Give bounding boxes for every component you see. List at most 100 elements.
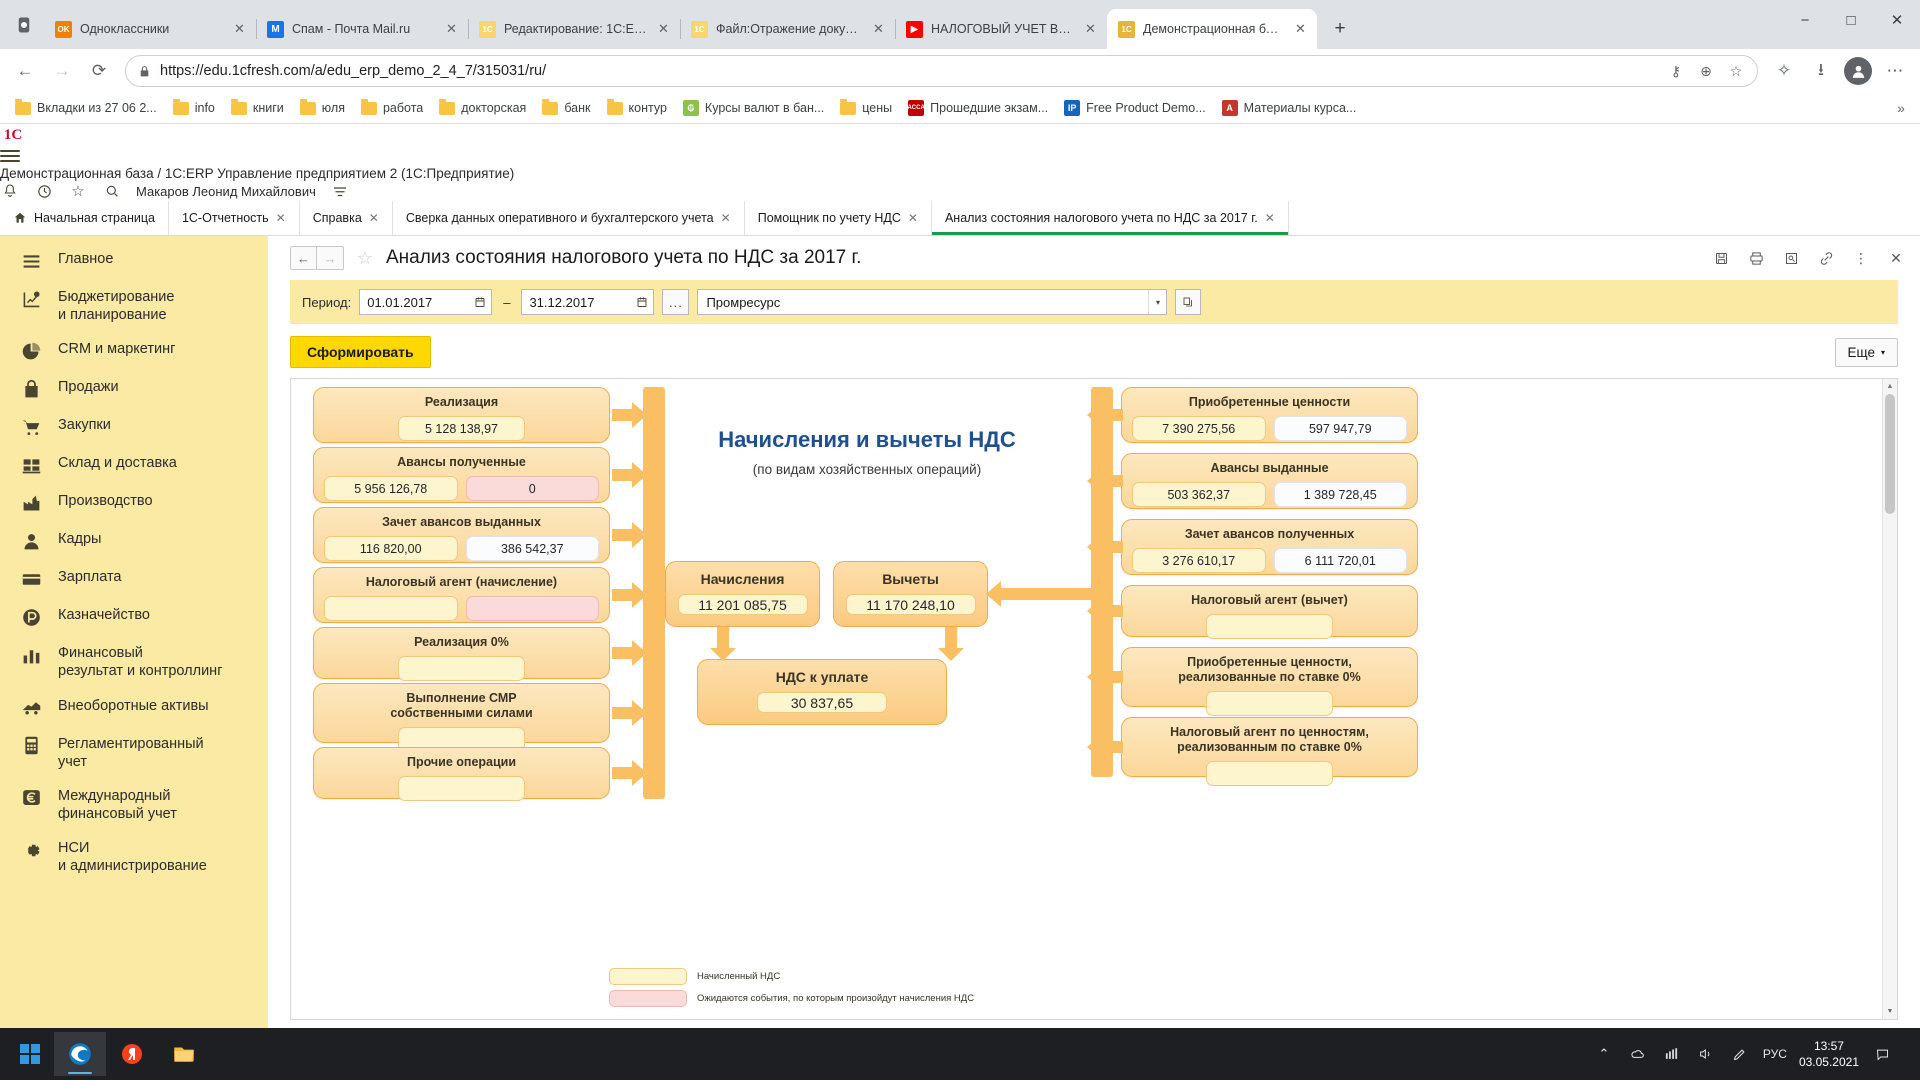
more-button[interactable]: Еще ▾ xyxy=(1834,337,1898,367)
app-tab-close-button[interactable]: ✕ xyxy=(908,211,918,225)
back-button[interactable]: ← xyxy=(8,54,42,88)
node-value-0[interactable]: 7 390 275,56 xyxy=(1132,416,1266,441)
browser-tab-close-button[interactable]: ✕ xyxy=(443,21,460,38)
center-node-accruals[interactable]: Начисления 11 201 085,75 xyxy=(665,561,820,627)
app-tab[interactable]: Начальная страница xyxy=(0,201,169,235)
sidebar-item-9[interactable]: Казначейство xyxy=(0,598,268,636)
taskbar-app-yandex[interactable] xyxy=(106,1032,158,1076)
forward-button[interactable]: → xyxy=(45,54,79,88)
bookmark-item[interactable]: контур xyxy=(600,97,674,119)
bookmarks-overflow-button[interactable]: » xyxy=(1890,97,1912,119)
node-value-1[interactable]: 597 947,79 xyxy=(1273,416,1407,441)
node-value-0[interactable]: 5 128 138,97 xyxy=(398,416,525,441)
node-value-0[interactable] xyxy=(1206,761,1333,786)
save-icon[interactable] xyxy=(1711,248,1731,268)
key-icon[interactable]: ⚷ xyxy=(1665,60,1687,82)
node-value-0[interactable]: 5 956 126,78 xyxy=(324,476,458,501)
scroll-up-button[interactable]: ▲ xyxy=(1883,379,1897,394)
address-bar[interactable]: https://edu.1cfresh.com/a/edu_erp_demo_2… xyxy=(125,55,1758,87)
left-node-6[interactable]: Прочие операции xyxy=(313,747,610,801)
sidebar-item-13[interactable]: Международный финансовый учет xyxy=(0,779,268,831)
node-value-0[interactable]: 3 276 610,17 xyxy=(1132,548,1266,573)
taskbar-app-explorer[interactable] xyxy=(158,1032,210,1076)
left-node-5[interactable]: Выполнение СМР собственными силами xyxy=(313,683,610,752)
right-node-4[interactable]: Приобретенные ценности, реализованные по… xyxy=(1121,647,1418,716)
node-value[interactable]: 11 201 085,75 xyxy=(677,594,808,615)
network-icon[interactable] xyxy=(1661,1043,1683,1065)
downloads-icon[interactable]: ⭳ xyxy=(1804,54,1838,88)
bookmark-item[interactable]: ACCA Прошедшие экзам... xyxy=(901,96,1055,120)
sidebar-item-6[interactable]: Производство xyxy=(0,484,268,522)
organization-select[interactable]: Промресурс ▾ xyxy=(697,289,1168,315)
star-icon[interactable]: ☆ xyxy=(354,247,376,269)
zoom-icon[interactable]: ⊕ xyxy=(1695,60,1717,82)
bookmark-item[interactable]: ₲ Курсы валют в бан... xyxy=(676,96,831,120)
browser-tab-close-button[interactable]: ✕ xyxy=(231,21,248,38)
browser-tab[interactable]: M Спам - Почта Mail.ru ✕ xyxy=(256,9,468,49)
right-node-2[interactable]: Зачет авансов полученных 3 276 610,17 6 11… xyxy=(1121,519,1418,575)
app-tab[interactable]: Сверка данных оперативного и бухгалтерск… xyxy=(393,201,745,235)
new-tab-button[interactable]: + xyxy=(1323,12,1357,46)
date-to-input[interactable]: 31.12.2017 xyxy=(521,289,655,315)
main-menu-icon[interactable] xyxy=(0,146,20,166)
app-tab[interactable]: Анализ состояния налогового учета по НДС… xyxy=(931,201,1289,235)
language-indicator[interactable]: РУС xyxy=(1763,1043,1787,1065)
right-node-3[interactable]: Налоговый агент (вычет) xyxy=(1121,585,1418,639)
app-tab-close-button[interactable]: ✕ xyxy=(1265,211,1275,225)
node-value-0[interactable] xyxy=(398,776,525,801)
history-icon[interactable] xyxy=(34,181,54,201)
sidebar-item-4[interactable]: Закупки xyxy=(0,408,268,446)
window-minimize-button[interactable]: − xyxy=(1782,0,1828,40)
sidebar-item-1[interactable]: Бюджетирование и планирование xyxy=(0,280,268,332)
node-value-0[interactable] xyxy=(398,656,525,681)
node-value-1[interactable]: 1 389 728,45 xyxy=(1273,482,1407,507)
bookmark-item[interactable]: IP Free Product Demo... xyxy=(1057,96,1213,120)
profile-icon[interactable] xyxy=(1841,54,1875,88)
right-node-5[interactable]: Налоговый агент по ценностям, реализован… xyxy=(1121,717,1418,786)
app-tab[interactable]: 1С-Отчетность ✕ xyxy=(169,201,300,235)
bookmark-item[interactable]: Вкладки из 27 06 2... xyxy=(8,97,164,119)
left-node-0[interactable]: Реализация 5 128 138,97 xyxy=(313,387,610,443)
sidebar-item-0[interactable]: Главное xyxy=(0,242,268,280)
center-node-payable[interactable]: НДС к уплате 30 837,65 xyxy=(697,659,947,725)
browser-tab[interactable]: OK Одноклассники ✕ xyxy=(44,9,256,49)
date-from-input[interactable]: 01.01.2017 xyxy=(359,289,493,315)
taskbar-clock[interactable]: 13:57 03.05.2021 xyxy=(1799,1038,1859,1070)
bookmark-item[interactable]: A Материалы курса... xyxy=(1215,96,1364,120)
taskbar-app-edge[interactable] xyxy=(54,1032,106,1076)
right-node-0[interactable]: Приобретенные ценности 7 390 275,56 597 94… xyxy=(1121,387,1418,443)
chevron-down-icon[interactable]: ▾ xyxy=(1148,290,1166,314)
center-node-deductions[interactable]: Вычеты 11 170 248,10 xyxy=(833,561,988,627)
close-icon[interactable]: ✕ xyxy=(1886,248,1906,268)
node-value-1[interactable]: 6 111 720,01 xyxy=(1273,548,1407,573)
sidebar-item-11[interactable]: Внеоборотные активы xyxy=(0,689,268,727)
tray-expand-icon[interactable]: ⌃ xyxy=(1593,1043,1615,1065)
bookmark-item[interactable]: книги xyxy=(224,97,291,119)
node-value-1[interactable]: 386 542,37 xyxy=(465,536,599,561)
pen-icon[interactable] xyxy=(1729,1043,1751,1065)
open-icon[interactable] xyxy=(1175,289,1202,315)
left-node-3[interactable]: Налоговый агент (начисление) xyxy=(313,567,610,623)
sidebar-item-5[interactable]: Склад и доставка xyxy=(0,446,268,484)
browser-tab[interactable]: 1C Редактирование: 1C:ERP Уп ✕ xyxy=(468,9,680,49)
node-value-1[interactable]: 0 xyxy=(465,476,599,501)
app-tab[interactable]: Помощник по учету НДС ✕ xyxy=(745,201,932,235)
show-desktop-button[interactable] xyxy=(1905,1034,1908,1074)
report-scrollbar[interactable]: ▲ ▼ xyxy=(1882,379,1897,1019)
left-node-2[interactable]: Зачет авансов выданных 116 820,00 386 542,… xyxy=(313,507,610,563)
favorite-icon[interactable]: ☆ xyxy=(1725,60,1747,82)
app-tab[interactable]: Справка ✕ xyxy=(300,201,393,235)
start-button[interactable] xyxy=(6,1032,54,1076)
more-icon[interactable]: ⋮ xyxy=(1851,248,1871,268)
node-value-0[interactable]: 116 820,00 xyxy=(324,536,458,561)
sidebar-item-3[interactable]: Продажи xyxy=(0,370,268,408)
bookmark-item[interactable]: info xyxy=(166,97,222,119)
node-value[interactable]: 30 837,65 xyxy=(757,692,887,713)
node-value-0[interactable] xyxy=(324,596,458,621)
browser-tab[interactable]: 1C Демонстрационная база / ✕ xyxy=(1107,9,1317,49)
node-value-0[interactable] xyxy=(1206,691,1333,716)
scrollbar-thumb[interactable] xyxy=(1885,394,1895,514)
browser-tab[interactable]: 1C Файл:Отражение документ ✕ xyxy=(680,9,895,49)
browser-tab-close-button[interactable]: ✕ xyxy=(870,21,887,38)
bookmark-item[interactable]: цены xyxy=(833,97,899,119)
